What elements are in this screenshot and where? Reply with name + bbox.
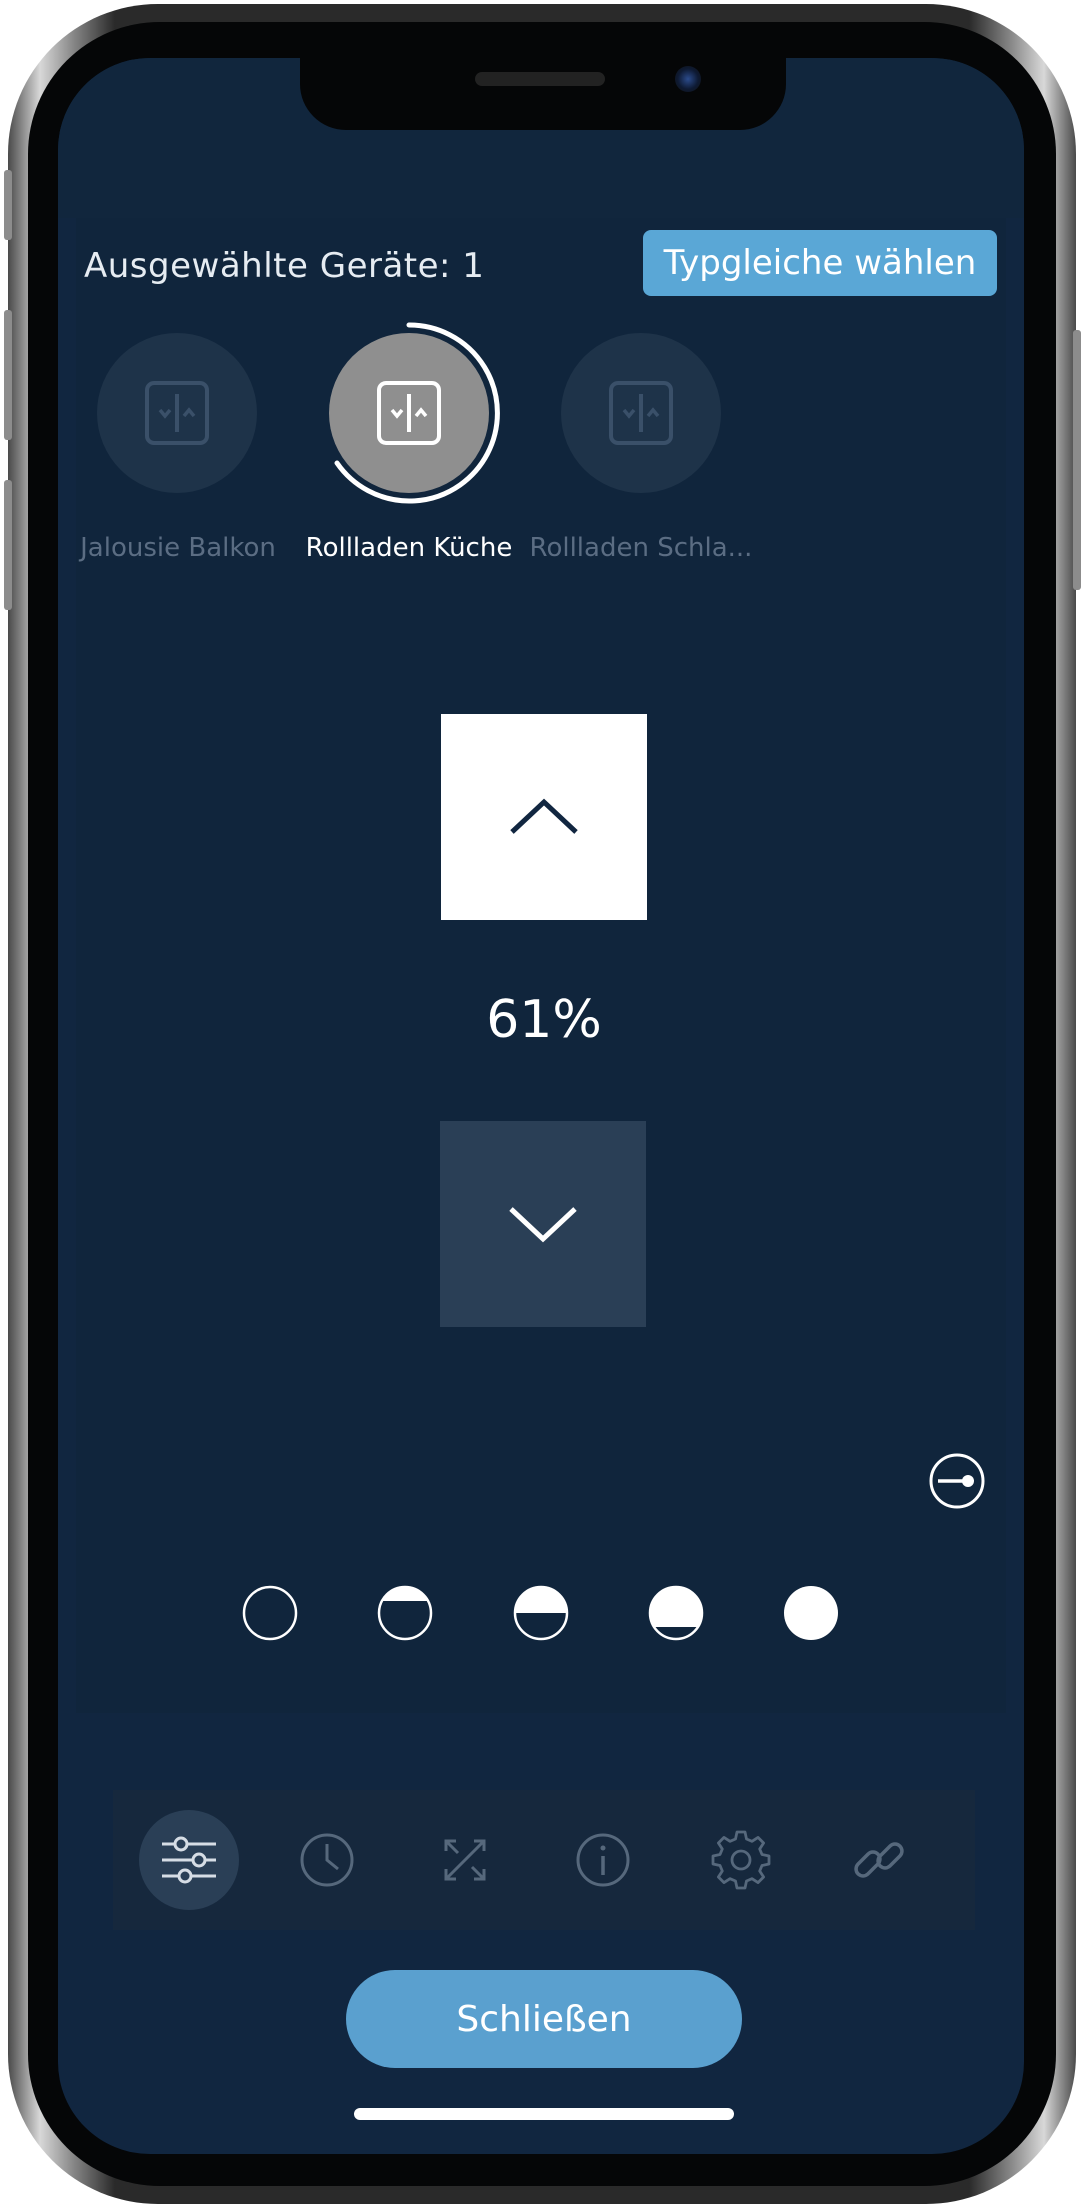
gear-icon [711,1830,771,1890]
select-same-type-button[interactable]: Typgleiche wählen [643,230,997,296]
home-indicator[interactable] [354,2108,734,2120]
preset-open-icon[interactable] [242,1585,298,1641]
info-icon [576,1833,630,1887]
shutter-down-button[interactable] [440,1121,646,1327]
tab-controls[interactable] [139,1810,239,1910]
sliders-icon [162,1836,216,1884]
shuffle-icon [444,1839,486,1881]
preset-quarter-icon[interactable] [377,1585,433,1641]
clock-icon [300,1833,354,1887]
speaker [475,72,605,86]
preset-closed-icon[interactable] [783,1585,839,1641]
chevron-down-icon [509,1207,577,1243]
tab-scenes[interactable] [415,1810,515,1910]
close-button[interactable]: Schließen [346,1970,742,2068]
selected-devices-count: Ausgewählte Geräte: 1 [84,246,485,286]
tab-info[interactable] [553,1810,653,1910]
notch [300,58,786,130]
front-camera [675,66,701,92]
device-rollladen-schlafzimmer[interactable] [561,333,721,493]
shutter-up-button[interactable] [441,714,647,920]
device-label-rollladen-kueche: Rollladen Küche [305,533,513,563]
shutter-position-readout: 61% [486,990,602,1050]
selection-ring [334,322,500,504]
tab-links[interactable] [829,1810,929,1910]
preset-half-icon[interactable] [513,1585,569,1641]
side-button-right [1073,330,1081,590]
side-button-left-mid [4,310,12,440]
shutter-icon [145,381,209,445]
chevron-up-icon [510,798,578,834]
side-button-left-top [4,170,12,240]
app-screen: Ausgewählte Geräte: 1 Typgleiche wählen … [58,58,1024,2154]
link-icon [854,1842,904,1878]
preset-three-quarter-icon[interactable] [648,1585,704,1641]
side-button-left-bottom [4,480,12,610]
tab-settings[interactable] [691,1810,791,1910]
device-jalousie-balkon[interactable] [97,333,257,493]
bottom-toolbar [113,1790,975,1930]
shutter-icon [609,381,673,445]
slider-toggle-icon[interactable] [928,1452,986,1510]
device-label-rollladen-schlafzimmer: Rollladen Schla... [529,533,753,563]
tab-schedule[interactable] [277,1810,377,1910]
device-label-jalousie-balkon: Jalousie Balkon [80,533,276,563]
